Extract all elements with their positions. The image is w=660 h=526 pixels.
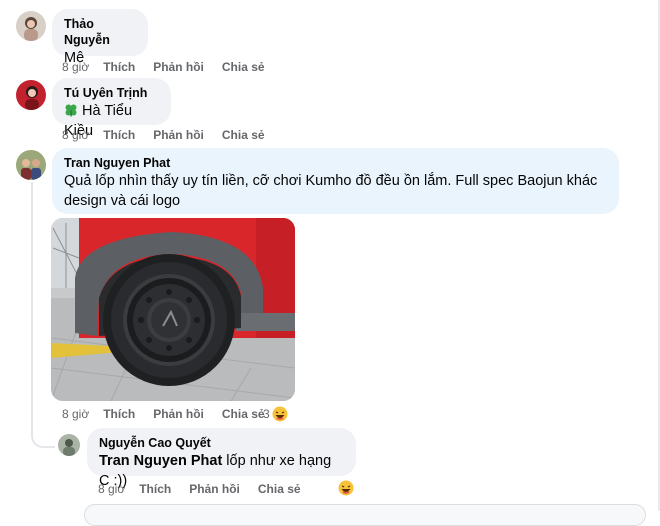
reaction-summary[interactable] (338, 480, 354, 496)
avatar[interactable] (16, 80, 46, 110)
comment-bubble: Thảo Nguyễn Mê (52, 9, 148, 66)
comment-text: design và cái logo (64, 193, 181, 209)
comment-actions: 8 giờ Thích Phản hồi Chia sẻ (62, 407, 283, 421)
laughing-emoji-icon (338, 480, 354, 496)
reaction-count: 3 (263, 407, 270, 421)
comment-actions: 8 giờ Thích Phản hồi Chia sẻ (98, 482, 319, 496)
comment-photo[interactable] (51, 218, 295, 401)
comment-author[interactable]: Nguyễn Cao Quyết (99, 435, 344, 451)
comment-actions: 8 giờ Thích Phản hồi Chia sẻ (62, 60, 283, 74)
reply-button[interactable]: Phản hồi (189, 482, 240, 496)
share-button[interactable]: Chia sẻ (222, 128, 265, 142)
thread-line (31, 182, 33, 412)
comment-time[interactable]: 8 giờ (62, 407, 89, 421)
comment-time[interactable]: 8 giờ (62, 60, 89, 74)
mention-link[interactable]: Tran Nguyen Phat (99, 453, 222, 469)
share-button[interactable]: Chia sẻ (222, 60, 265, 74)
reply-button[interactable]: Phản hồi (153, 407, 204, 421)
comment-bubble: Tú Uyên Trịnh Hà Tiểu Kiều (52, 78, 171, 139)
comment-bubble: Tran Nguyen Phat Quả lốp nhìn thấy uy tí… (52, 148, 619, 214)
laughing-emoji-icon (272, 406, 288, 422)
comment-time[interactable]: 8 giờ (62, 128, 89, 142)
comment-author[interactable]: Tú Uyên Trịnh (64, 85, 159, 101)
comment-text: Quả lốp nhìn thấy uy tín liền, cỡ chơi K… (64, 173, 598, 189)
avatar[interactable] (16, 11, 46, 41)
like-button[interactable]: Thích (103, 407, 135, 421)
avatar[interactable] (16, 150, 46, 180)
avatar[interactable] (58, 434, 80, 456)
comment-actions: 8 giờ Thích Phản hồi Chia sẻ (62, 128, 283, 142)
share-button[interactable]: Chia sẻ (258, 482, 301, 496)
like-button[interactable]: Thích (103, 128, 135, 142)
reply-button[interactable]: Phản hồi (153, 60, 204, 74)
comment-author[interactable]: Thảo Nguyễn (64, 16, 136, 48)
comment-author[interactable]: Tran Nguyen Phat (64, 155, 607, 171)
comment-time[interactable]: 8 giờ (98, 482, 125, 496)
reply-button[interactable]: Phản hồi (153, 128, 204, 142)
next-comment-preview (84, 504, 646, 526)
thread-connector (31, 412, 55, 448)
reply-bubble: Nguyễn Cao Quyết Tran Nguyen Phat lốp nh… (87, 428, 356, 489)
share-button[interactable]: Chia sẻ (222, 407, 265, 421)
reaction-summary[interactable]: 3 (263, 406, 288, 422)
like-button[interactable]: Thích (103, 60, 135, 74)
like-button[interactable]: Thích (139, 482, 171, 496)
four-leaf-clover-icon (65, 104, 77, 117)
